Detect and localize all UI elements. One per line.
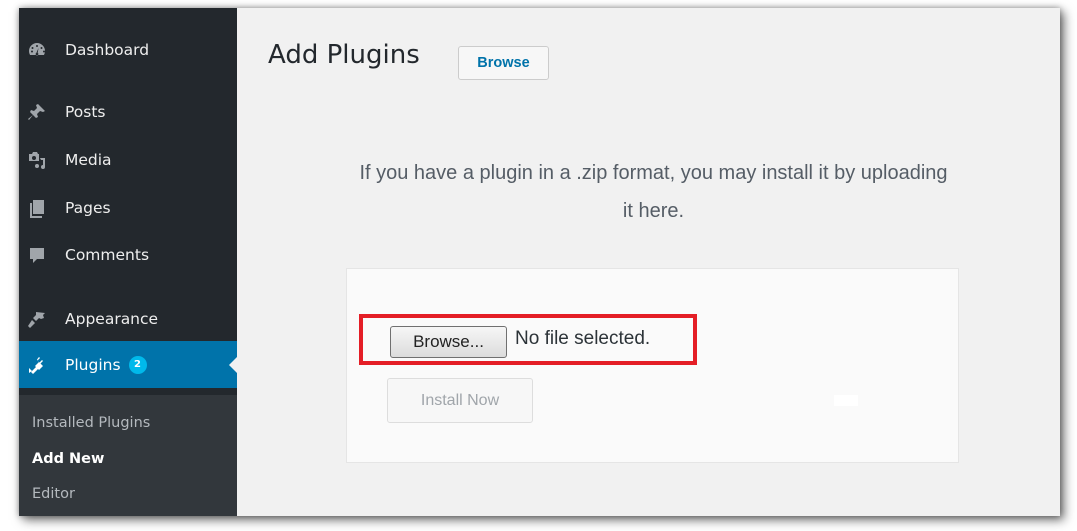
pin-icon — [27, 102, 47, 122]
upload-instructions: If you have a plugin in a .zip format, y… — [247, 154, 1060, 230]
upload-plugin-form — [346, 268, 959, 463]
page-title: Add Plugins — [268, 40, 420, 70]
comment-icon — [27, 245, 47, 265]
sidebar-item-label: Plugins — [65, 355, 121, 374]
sidebar-item-label: Posts — [65, 103, 106, 121]
sidebar-item-posts[interactable]: Posts — [19, 94, 237, 130]
highlight-annotation — [359, 314, 697, 365]
upload-instructions-line-1: If you have a plugin in a .zip format, y… — [359, 162, 948, 184]
sidebar-item-label: Comments — [65, 246, 150, 264]
browse-plugins-button[interactable]: Browse — [458, 46, 549, 80]
sidebar-item-comments[interactable]: Comments — [19, 237, 237, 273]
sidebar-item-appearance[interactable]: Appearance — [19, 301, 237, 337]
sidebar-item-label: Pages — [65, 199, 111, 217]
admin-sidebar: Dashboard Posts Media Pages Comments App… — [19, 8, 237, 516]
decorative-mark — [834, 395, 858, 406]
sidebar-item-dashboard[interactable]: Dashboard — [19, 32, 237, 68]
submenu-item-installed-plugins[interactable]: Installed Plugins — [32, 415, 150, 431]
pages-icon — [27, 198, 47, 218]
sidebar-item-pages[interactable]: Pages — [19, 190, 237, 226]
sidebar-item-label: Appearance — [65, 310, 159, 328]
upload-instructions-line-2: it here. — [622, 200, 685, 222]
plugin-icon — [27, 355, 47, 375]
plugins-submenu: Installed Plugins Add New Editor — [19, 395, 237, 516]
dashboard-icon — [27, 40, 47, 60]
active-indicator-arrow — [229, 356, 237, 373]
paintbrush-icon — [27, 309, 47, 329]
screenshot-frame: Dashboard Posts Media Pages Comments App… — [19, 8, 1060, 516]
main-content: Add Plugins Browse If you have a plugin … — [237, 8, 1060, 516]
submenu-item-add-new[interactable]: Add New — [32, 451, 104, 467]
sidebar-item-label: Dashboard — [65, 41, 150, 59]
install-now-button[interactable]: Install Now — [387, 378, 533, 423]
sidebar-item-media[interactable]: Media — [19, 142, 237, 178]
sidebar-item-label: Media — [65, 151, 112, 169]
submenu-item-editor[interactable]: Editor — [32, 486, 75, 502]
update-count-badge: 2 — [128, 355, 147, 374]
sidebar-item-plugins[interactable]: Plugins 2 — [19, 341, 237, 388]
media-icon — [27, 150, 47, 170]
